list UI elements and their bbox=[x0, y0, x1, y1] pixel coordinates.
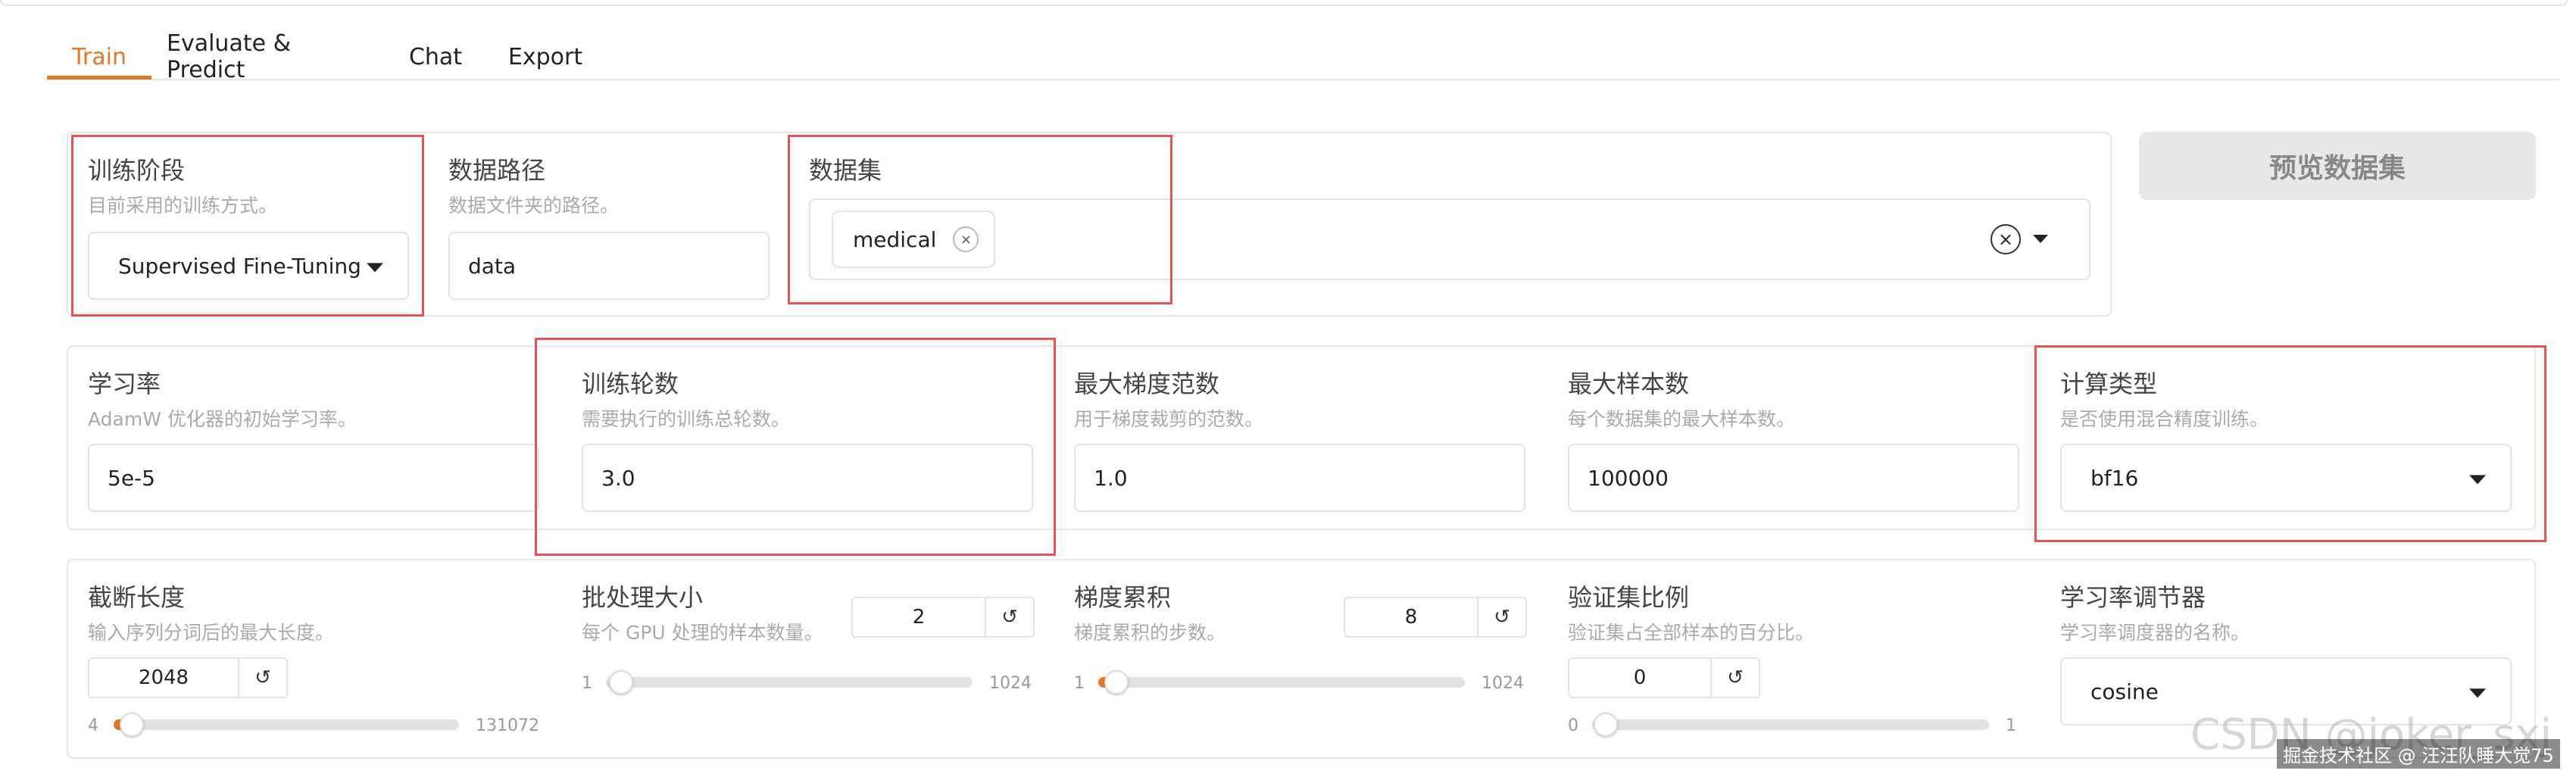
compute-type-value: bf16 bbox=[2090, 465, 2139, 491]
cutoff-hint: 输入序列分词后的最大长度。 bbox=[88, 622, 335, 644]
max-grad-norm-label: 最大梯度范数 bbox=[1074, 370, 1220, 398]
val-size-hint: 验证集占全部样本的百分比。 bbox=[1568, 622, 1815, 644]
stage-label: 训练阶段 bbox=[88, 156, 186, 185]
tab-divider bbox=[47, 79, 2560, 80]
max-samples-label: 最大样本数 bbox=[1568, 370, 1690, 398]
grad-accum-label: 梯度累积 bbox=[1074, 583, 1172, 612]
val-size-max: 1 bbox=[2006, 716, 2016, 735]
reset-icon[interactable]: ↺ bbox=[1710, 659, 1759, 697]
cutoff-min: 4 bbox=[88, 716, 98, 735]
chevron-down-icon bbox=[367, 263, 383, 273]
max-grad-norm-hint: 用于梯度裁剪的范数。 bbox=[1074, 408, 1264, 430]
data-path-input[interactable]: data bbox=[448, 232, 770, 300]
grad-accum-slider-knob[interactable] bbox=[1104, 670, 1129, 694]
lr-value: 5e-5 bbox=[108, 465, 155, 491]
batch-min: 1 bbox=[582, 674, 592, 693]
stage-dropdown[interactable]: Supervised Fine-Tuning bbox=[88, 232, 409, 300]
compute-type-label: 计算类型 bbox=[2060, 370, 2158, 398]
epochs-label: 训练轮数 bbox=[582, 370, 679, 398]
cutoff-slider-track[interactable] bbox=[114, 719, 459, 730]
lr-input[interactable]: 5e-5 bbox=[88, 444, 539, 512]
tab-chat[interactable]: Chat bbox=[394, 36, 477, 77]
dataset-chip: medical × bbox=[832, 211, 995, 268]
tab-train[interactable]: Train bbox=[47, 36, 151, 77]
tab-export[interactable]: Export bbox=[500, 36, 591, 77]
max-grad-norm-input[interactable]: 1.0 bbox=[1074, 444, 1525, 512]
val-size-label: 验证集比例 bbox=[1568, 583, 1690, 612]
top-container-edge bbox=[0, 0, 2568, 6]
batch-label: 批处理大小 bbox=[582, 583, 704, 612]
epochs-input[interactable]: 3.0 bbox=[582, 444, 1033, 512]
dataset-label: 数据集 bbox=[809, 156, 882, 185]
val-size-slider-knob[interactable] bbox=[1594, 713, 1618, 737]
cutoff-label: 截断长度 bbox=[88, 583, 186, 612]
data-path-hint: 数据文件夹的路径。 bbox=[448, 195, 620, 217]
preview-dataset-button[interactable]: 预览数据集 bbox=[2139, 132, 2536, 200]
batch-value[interactable]: 2 bbox=[853, 606, 985, 629]
lr-label: 学习率 bbox=[88, 370, 161, 398]
reset-icon[interactable]: ↺ bbox=[238, 659, 286, 697]
grad-accum-slider-track[interactable] bbox=[1098, 677, 1465, 688]
compute-type-dropdown[interactable]: bf16 bbox=[2060, 444, 2512, 512]
cutoff-number[interactable]: 2048 ↺ bbox=[88, 657, 288, 698]
grad-accum-max: 1024 bbox=[1482, 674, 1524, 693]
epochs-value: 3.0 bbox=[601, 465, 635, 491]
scheduler-label: 学习率调节器 bbox=[2060, 583, 2206, 612]
watermark-overlay: 掘金技术社区 @ 汪汪队睡大觉75 bbox=[2277, 739, 2560, 769]
lr-hint: AdamW 优化器的初始学习率。 bbox=[88, 408, 357, 430]
chevron-down-icon bbox=[2469, 475, 2486, 485]
batch-slider-track[interactable] bbox=[606, 677, 973, 688]
val-size-number[interactable]: 0 ↺ bbox=[1568, 657, 1760, 698]
grad-accum-number[interactable]: 8 ↺ bbox=[1344, 597, 1527, 638]
clear-icon[interactable]: × bbox=[1991, 224, 2021, 254]
val-size-min: 0 bbox=[1568, 716, 1578, 735]
compute-type-hint: 是否使用混合精度训练。 bbox=[2060, 408, 2269, 430]
tab-active-indicator bbox=[47, 76, 151, 80]
reset-icon[interactable]: ↺ bbox=[1477, 598, 1525, 636]
stage-hint: 目前采用的训练方式。 bbox=[88, 195, 278, 217]
batch-hint: 每个 GPU 处理的样本数量。 bbox=[582, 622, 823, 644]
grad-accum-min: 1 bbox=[1074, 674, 1085, 693]
epochs-hint: 需要执行的训练总轮数。 bbox=[582, 408, 791, 430]
max-samples-hint: 每个数据集的最大样本数。 bbox=[1568, 408, 1796, 430]
max-samples-value: 100000 bbox=[1588, 465, 1669, 491]
val-size-value[interactable]: 0 bbox=[1569, 666, 1710, 689]
max-samples-input[interactable]: 100000 bbox=[1568, 444, 2019, 512]
data-path-label: 数据路径 bbox=[448, 156, 546, 185]
tab-evaluate-predict[interactable]: Evaluate & Predict bbox=[167, 30, 371, 83]
max-grad-norm-value: 1.0 bbox=[1094, 465, 1128, 491]
grad-accum-value[interactable]: 8 bbox=[1345, 606, 1477, 629]
chevron-down-icon[interactable] bbox=[2033, 235, 2048, 243]
chip-remove-icon[interactable]: × bbox=[953, 226, 979, 252]
grad-accum-hint: 梯度累积的步数。 bbox=[1074, 622, 1226, 644]
reset-icon[interactable]: ↺ bbox=[985, 598, 1033, 636]
cutoff-value[interactable]: 2048 bbox=[89, 666, 238, 689]
cutoff-slider-knob[interactable] bbox=[120, 713, 144, 737]
cutoff-max: 131072 bbox=[476, 716, 539, 735]
val-size-slider-track[interactable] bbox=[1592, 719, 1989, 730]
data-path-value: data bbox=[468, 253, 517, 279]
batch-number[interactable]: 2 ↺ bbox=[851, 597, 1035, 638]
chevron-down-icon bbox=[2469, 688, 2486, 698]
dataset-chip-label: medical bbox=[853, 226, 937, 252]
stage-value: Supervised Fine-Tuning bbox=[118, 253, 361, 279]
scheduler-hint: 学习率调度器的名称。 bbox=[2060, 622, 2250, 644]
batch-slider-knob[interactable] bbox=[609, 670, 633, 694]
dataset-multiselect[interactable] bbox=[809, 198, 2090, 280]
batch-max: 1024 bbox=[989, 674, 1032, 693]
scheduler-value: cosine bbox=[2090, 678, 2159, 704]
